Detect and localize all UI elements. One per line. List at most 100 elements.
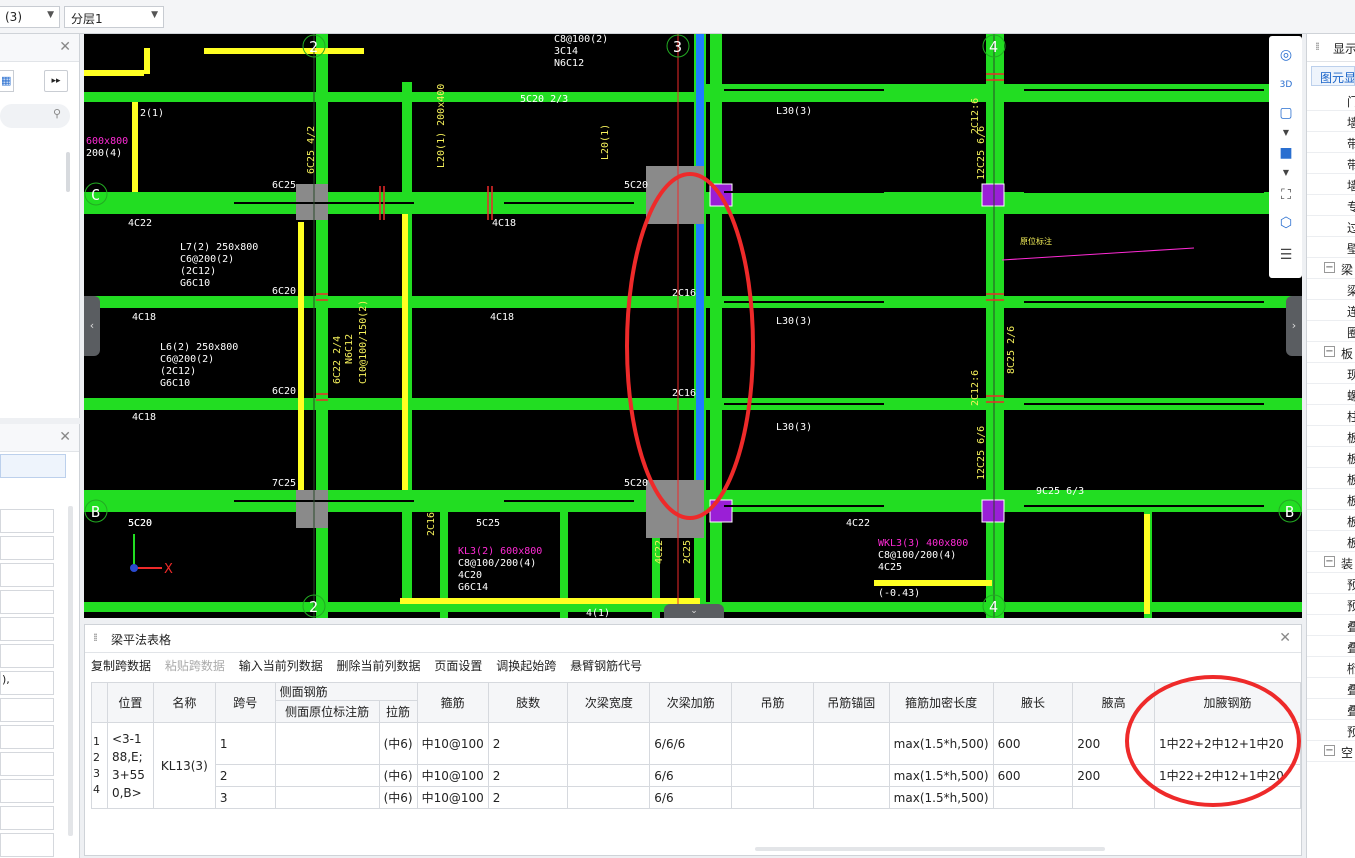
tree-item[interactable]: 柱 (1307, 405, 1355, 426)
cube-outline-icon[interactable]: ▢ (1275, 102, 1297, 124)
sub-add-cell[interactable]: 6/6 (649, 786, 733, 809)
column-header[interactable]: 拉筋 (378, 700, 418, 723)
tree-item[interactable]: 过 (1307, 216, 1355, 237)
list-view-icon[interactable]: ☰ (1275, 244, 1297, 266)
swap-start-span-button[interactable]: 调换起始跨 (496, 659, 556, 673)
horizontal-scrollbar[interactable] (755, 847, 1105, 851)
tree-item[interactable]: 带 (1307, 153, 1355, 174)
collapse-icon[interactable]: − (1324, 745, 1335, 756)
fit-view-icon[interactable]: ⛶ (1275, 184, 1297, 206)
column-header[interactable]: 侧面原位标注筋 (274, 700, 380, 723)
column-header[interactable]: 次梁加筋 (649, 682, 733, 723)
tree-item[interactable]: 预 (1307, 720, 1355, 741)
tree-item[interactable]: 板 (1307, 510, 1355, 531)
collapse-left-handle[interactable]: ‹ (84, 296, 100, 356)
column-header[interactable]: 位置 (106, 682, 154, 723)
search-input[interactable]: ⚲ (0, 104, 70, 128)
paste-span-button[interactable]: 粘贴跨数据 (165, 659, 225, 673)
tree-item[interactable]: 板 (1307, 531, 1355, 552)
stirrup-cell[interactable]: 中10@100 (416, 722, 489, 765)
haunch-len-cell[interactable] (992, 786, 1074, 809)
scrollbar[interactable] (66, 152, 70, 192)
hanger-anchor-cell[interactable] (812, 786, 890, 809)
tree-item[interactable]: 梁 (1307, 279, 1355, 300)
tree-item[interactable]: 板 (1307, 426, 1355, 447)
property-field[interactable] (0, 833, 54, 857)
input-column-button[interactable]: 输入当前列数据 (239, 659, 323, 673)
property-field[interactable] (0, 563, 54, 587)
column-header[interactable]: 箍筋 (416, 682, 489, 723)
sub-add-cell[interactable]: 6/6/6 (649, 722, 733, 765)
property-field[interactable] (0, 644, 54, 668)
legs-cell[interactable]: 2 (487, 764, 569, 787)
tree-group[interactable]: − 板 (1307, 342, 1355, 363)
legs-cell[interactable]: 2 (487, 786, 569, 809)
property-field[interactable] (0, 590, 54, 614)
tree-group[interactable]: − 装 (1307, 552, 1355, 573)
tree-item[interactable]: 板 (1307, 468, 1355, 489)
page-setup-button[interactable]: 页面设置 (434, 659, 482, 673)
stirrup-cell[interactable]: 中10@100 (416, 786, 489, 809)
column-header[interactable]: 次梁宽度 (567, 682, 651, 723)
hanger-anchor-cell[interactable] (812, 722, 890, 765)
column-header[interactable]: 吊筋 (731, 682, 814, 723)
chevron-down-icon[interactable]: ▼ (1275, 162, 1297, 184)
property-field[interactable] (0, 509, 54, 533)
side-mark-cell[interactable] (274, 786, 380, 809)
sub-width-cell[interactable] (567, 764, 651, 787)
tree-item[interactable]: 叠 (1307, 678, 1355, 699)
dense-len-cell[interactable]: max(1.5*h,500) (888, 722, 994, 765)
tree-item[interactable]: 叠 (1307, 699, 1355, 720)
column-header[interactable]: 肢数 (487, 682, 569, 723)
tree-item[interactable]: 螺 (1307, 384, 1355, 405)
panel-button[interactable]: ▦ (0, 70, 14, 92)
tree-item[interactable]: 带 (1307, 132, 1355, 153)
property-field[interactable] (0, 617, 54, 641)
tree-item[interactable]: 墙 (1307, 111, 1355, 132)
haunch-len-cell[interactable]: 600 (992, 764, 1074, 787)
tree-item[interactable]: 专 (1307, 195, 1355, 216)
floor-dropdown[interactable]: (3) ▼ (0, 6, 60, 28)
span-cell[interactable]: 1 (214, 722, 276, 765)
collapse-right-handle[interactable]: › (1286, 296, 1302, 356)
property-field[interactable] (0, 806, 54, 830)
collapse-icon[interactable]: − (1324, 346, 1335, 357)
column-header[interactable]: 侧面钢筋 (274, 682, 418, 701)
chevron-down-icon[interactable]: ▼ (1275, 122, 1297, 144)
copy-span-button[interactable]: 复制跨数据 (91, 659, 151, 673)
tree-item[interactable]: 壁 (1307, 237, 1355, 258)
tree-group[interactable]: − 梁 (1307, 258, 1355, 279)
dense-len-cell[interactable]: max(1.5*h,500) (888, 764, 994, 787)
layer-dropdown[interactable]: 分层1 ▼ (64, 6, 164, 28)
position-cell[interactable]: <3-188,E;3+550,B> (106, 722, 154, 809)
tree-item[interactable]: 预 (1307, 573, 1355, 594)
tree-item[interactable]: 板 (1307, 489, 1355, 510)
column-header[interactable]: 名称 (152, 682, 216, 723)
tree-item[interactable]: 连 (1307, 300, 1355, 321)
column-header[interactable]: 跨号 (214, 682, 276, 723)
expand-button[interactable]: ▸▸ (44, 70, 68, 92)
dense-len-cell[interactable]: max(1.5*h,500) (888, 786, 994, 809)
tie-cell[interactable]: (中6) (378, 722, 418, 765)
cube-solid-icon[interactable]: ■ (1275, 142, 1297, 164)
3d-view-icon[interactable]: 3D (1275, 74, 1297, 96)
sub-width-cell[interactable] (567, 786, 651, 809)
drag-handle-icon[interactable]: ⁞⁞ (1315, 40, 1320, 53)
sub-width-cell[interactable] (567, 722, 651, 765)
property-field[interactable] (0, 779, 54, 803)
hanger-anchor-cell[interactable] (812, 764, 890, 787)
side-mark-cell[interactable] (274, 764, 380, 787)
box-select-icon[interactable]: ⬡ (1275, 212, 1297, 234)
tree-item[interactable]: 圈 (1307, 321, 1355, 342)
collapse-icon[interactable]: − (1324, 262, 1335, 273)
drawing-canvas[interactable]: 2 3 4 C B 2 4 B 6C25 4C22 L7(2) 250x800 … (84, 34, 1302, 618)
column-header[interactable]: 箍筋加密长度 (888, 682, 994, 723)
drag-handle-icon[interactable]: ⁞⁞ (93, 631, 98, 644)
cantilever-code-button[interactable]: 悬臂钢筋代号 (570, 659, 642, 673)
tie-cell[interactable]: (中6) (378, 786, 418, 809)
collapse-icon[interactable]: − (1324, 556, 1335, 567)
sub-add-cell[interactable]: 6/6 (649, 764, 733, 787)
scrollbar[interactable] (68, 506, 73, 836)
hanger-cell[interactable] (731, 786, 814, 809)
orbit-icon[interactable]: ◎ (1275, 44, 1297, 66)
